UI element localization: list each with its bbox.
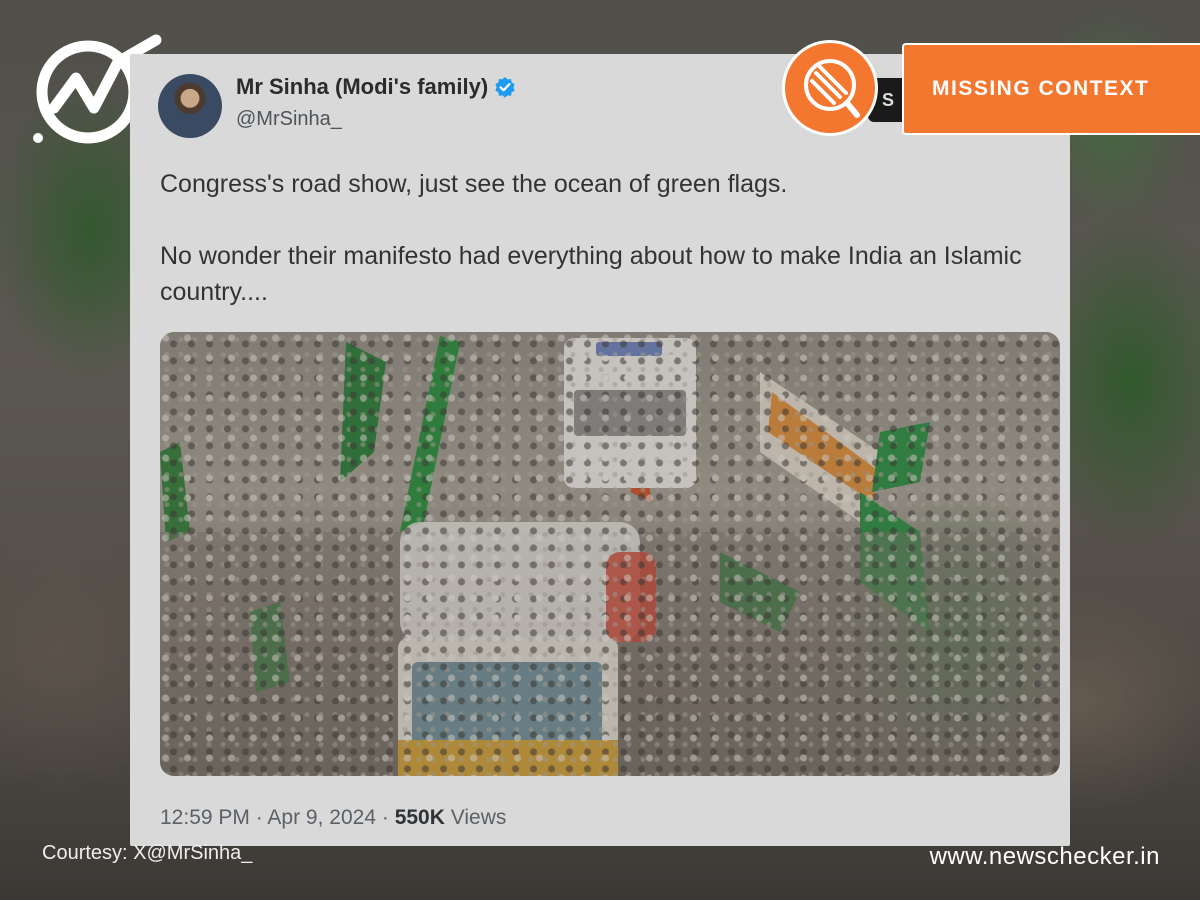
meta-separator: · <box>255 806 263 829</box>
courtesy-credit: Courtesy: X@MrSinha_ <box>42 842 253 864</box>
tweet-photo[interactable] <box>160 332 1060 776</box>
missing-context-label: MISSING CONTEXT <box>902 43 1200 135</box>
tweet-text: Congress's road show, just see the ocean… <box>160 166 1040 346</box>
magnifier-icon <box>804 59 860 118</box>
tweet-paragraph: No wonder their manifesto had everything… <box>160 242 1022 306</box>
website-url[interactable]: www.newschecker.in <box>930 843 1160 871</box>
tweet-card: Mr Sinha (Modi's family) @MrSinha_ S Con… <box>130 54 1070 846</box>
verified-badge-icon <box>495 77 515 98</box>
views-label: Views <box>450 806 507 829</box>
tweet-time[interactable]: 12:59 PM <box>160 806 250 829</box>
user-handle[interactable]: @MrSinha_ <box>236 108 342 131</box>
tweet-paragraph: Congress's road show, just see the ocean… <box>160 170 788 198</box>
tweet-meta: 12:59 PM · Apr 9, 2024 · 550K Views <box>160 806 506 830</box>
photo-overlay <box>160 332 1060 776</box>
display-name-text: Mr Sinha (Modi's family) <box>236 74 489 99</box>
avatar[interactable] <box>158 74 222 138</box>
meta-separator: · <box>381 806 389 829</box>
tweet-date[interactable]: Apr 9, 2024 <box>267 806 376 829</box>
views-count: 550K <box>394 806 445 829</box>
display-name[interactable]: Mr Sinha (Modi's family) <box>236 74 516 100</box>
missing-context-badge-icon <box>782 40 878 136</box>
